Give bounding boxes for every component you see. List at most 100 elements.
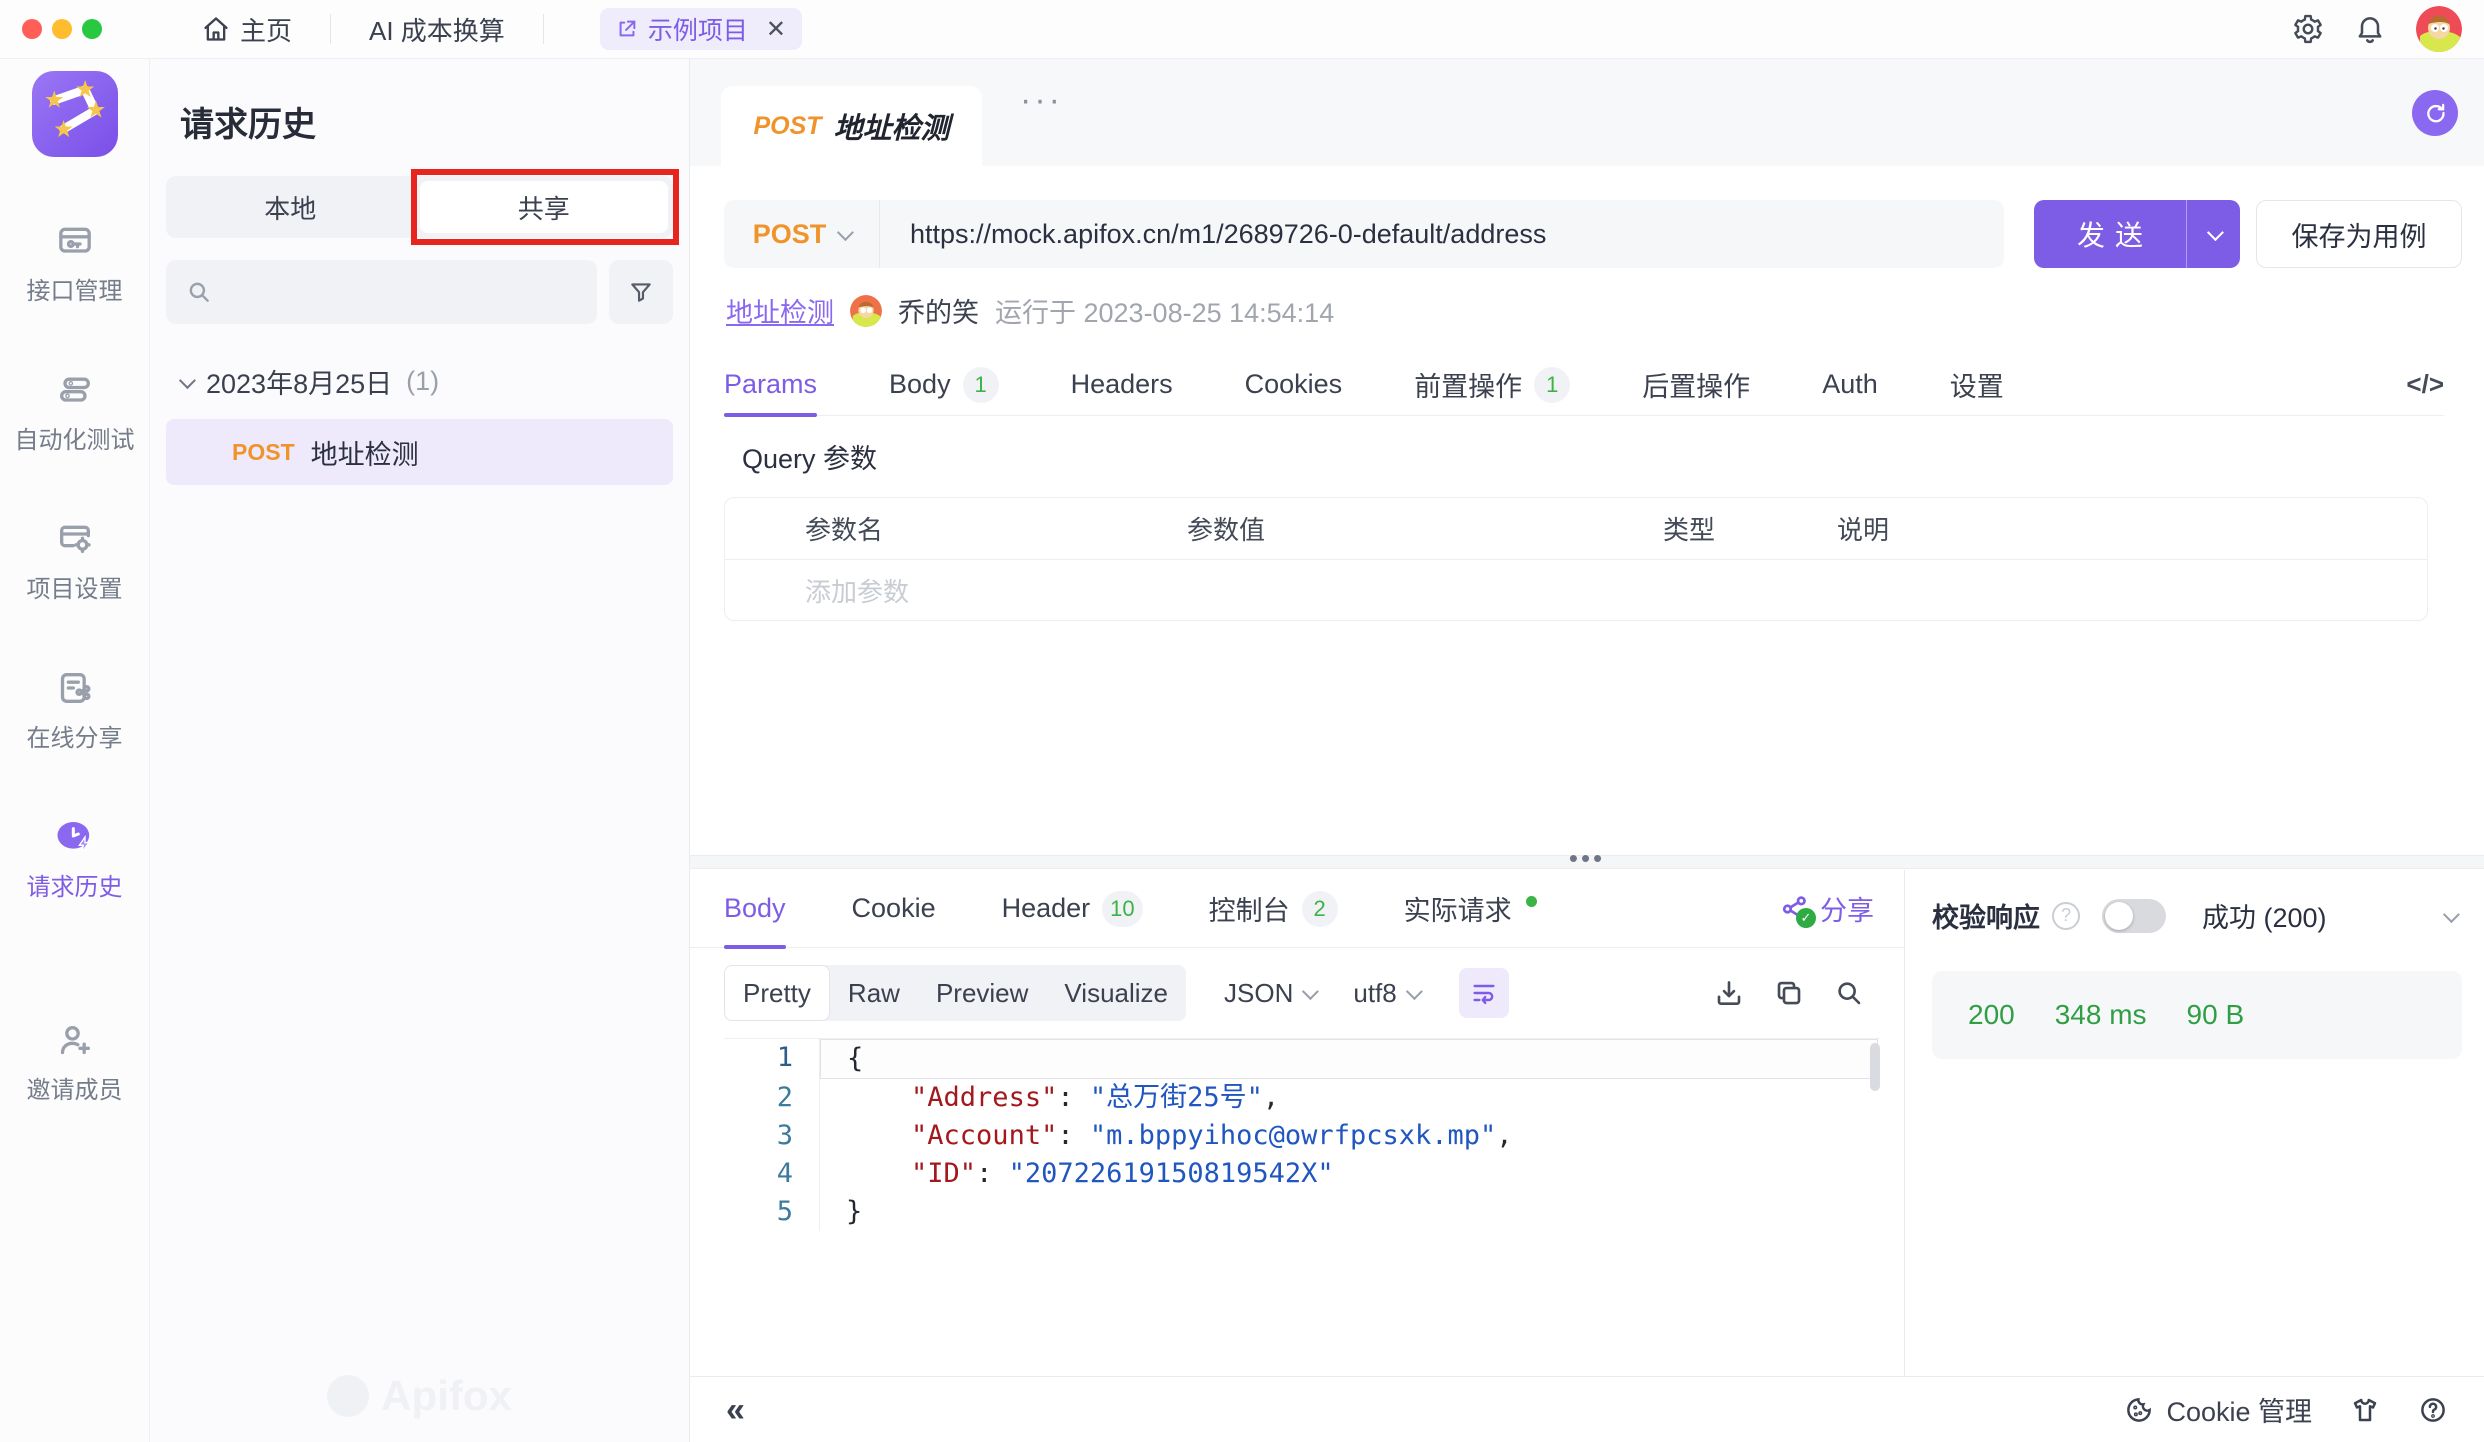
tab-post-operations[interactable]: 后置操作 [1642,354,1750,415]
tab-pre-operations[interactable]: 前置操作1 [1414,354,1570,415]
settings-gear-icon[interactable] [2292,13,2324,45]
request-config-tabs: Params Body1 Headers Cookies 前置操作1 后置操作 … [724,354,2444,416]
project-tab-label: 示例项目 [648,11,748,47]
copy-icon[interactable] [1774,978,1804,1008]
project-tab[interactable]: 示例项目 ✕ [600,8,802,50]
chevron-down-icon[interactable] [2443,906,2460,923]
url-bar: POST https://mock.apifox.cn/m1/2689726-0… [724,200,2004,268]
tab-response-header[interactable]: Header10 [1002,870,1143,947]
maximize-window-button[interactable] [82,19,102,39]
close-window-button[interactable] [22,19,42,39]
sidebar-item-label: 自动化测试 [15,420,135,455]
svg-text:★: ★ [43,87,64,113]
drag-handle-icon: ••• [1569,855,1605,861]
request-tab-name: 地址检测 [834,105,950,147]
pane-splitter[interactable]: ••• [690,855,2484,869]
sync-icon [2422,100,2448,126]
view-pretty[interactable]: Pretty [724,965,830,1021]
editor-scrollbar[interactable] [1870,1043,1880,1091]
history-date-group[interactable]: 2023年8月25日 (1) [180,362,689,401]
home-nav[interactable]: 主页 [202,11,292,48]
search-in-response-icon[interactable] [1834,978,1864,1008]
collapse-sidebar-icon[interactable]: « [726,1393,745,1427]
workspace-label: AI 成本换算 [369,11,505,48]
app-logo[interactable]: ★★★★ [32,71,118,157]
view-preview[interactable]: Preview [918,965,1046,1021]
validate-response-toggle[interactable] [2102,899,2166,933]
help-circle-icon[interactable]: ? [2052,902,2080,930]
tab-params[interactable]: Params [724,354,817,415]
chevron-down-icon [2206,224,2223,241]
user-avatar[interactable] [2416,6,2462,52]
column-type: 类型 [1663,510,1837,547]
method-select[interactable]: POST [724,200,880,268]
share-link[interactable]: ✓ 分享 [1780,889,1874,928]
cookie-manage-button[interactable]: Cookie 管理 [2124,1390,2312,1429]
search-icon [186,279,212,305]
sidebar-item-invite-member[interactable]: 邀请成员 [27,1020,123,1105]
format-select[interactable]: JSON [1224,978,1315,1009]
response-tabs: Body Cookie Header10 控制台2 实际请求 ✓ 分享 [690,870,1904,948]
check-badge-icon: ✓ [1796,908,1816,928]
console-count-badge: 2 [1302,891,1338,927]
pre-ops-count-badge: 1 [1534,367,1570,403]
url-input[interactable]: https://mock.apifox.cn/m1/2689726-0-defa… [880,219,1546,250]
tab-cookies[interactable]: Cookies [1245,354,1343,415]
minimize-window-button[interactable] [52,19,72,39]
sync-button[interactable] [2412,90,2458,136]
apifox-logo-mark [327,1375,369,1417]
history-item-selected[interactable]: POST 地址检测 [166,419,673,485]
save-as-case-button[interactable]: 保存为用例 [2256,200,2462,268]
sidebar-item-api-management[interactable]: 接口管理 [27,221,123,306]
sidebar-item-project-settings[interactable]: 项目设置 [27,519,123,604]
tab-headers[interactable]: Headers [1071,354,1173,415]
tab-response-body[interactable]: Body [724,870,786,947]
search-input[interactable] [212,277,597,308]
request-tab-strip: POST 地址检测 ··· [690,59,2484,166]
run-timestamp: 运行于 2023-08-25 14:54:14 [995,291,1334,330]
cookie-icon [2124,1395,2154,1425]
tab-actual-request[interactable]: 实际请求 [1404,870,1537,947]
word-wrap-button[interactable] [1459,968,1509,1018]
download-icon[interactable] [1714,978,1744,1008]
sidebar-item-request-history[interactable]: 请求历史 [27,817,123,902]
sidebar-item-online-share[interactable]: 在线分享 [27,668,123,753]
notifications-bell-icon[interactable] [2354,13,2386,45]
sidebar-item-label: 在线分享 [27,718,123,753]
view-raw[interactable]: Raw [830,965,918,1021]
sidebar-item-label: 接口管理 [27,271,123,306]
send-options-caret[interactable] [2186,200,2240,268]
history-scope-tabs: 本地 共享 [166,176,673,238]
send-button[interactable]: 发送 [2034,200,2240,268]
sidebar-item-automated-testing[interactable]: 自动化测试 [15,370,135,455]
tab-auth[interactable]: Auth [1822,354,1878,415]
close-project-tab-icon[interactable]: ✕ [766,15,786,44]
more-tabs-icon[interactable]: ··· [1020,81,1063,120]
response-body-editor[interactable]: 1 { 2 "Address": "总万街25号", 3 "Account": … [724,1038,1880,1231]
tab-shared[interactable]: 共享 [420,181,669,233]
share-nodes-icon: ✓ [1780,894,1810,924]
tab-console[interactable]: 控制台2 [1209,870,1338,947]
generate-code-icon[interactable]: </> [2406,369,2444,400]
workspace-nav[interactable]: AI 成本换算 [369,11,505,48]
home-label: 主页 [240,11,292,48]
tab-response-cookie[interactable]: Cookie [852,870,936,947]
chevron-down-icon [1302,983,1319,1000]
add-param-row[interactable]: 添加参数 [725,560,2427,620]
api-name-link[interactable]: 地址检测 [726,291,834,330]
add-param-placeholder[interactable]: 添加参数 [725,572,1187,609]
tab-local[interactable]: 本地 [166,176,415,238]
tab-body[interactable]: Body1 [889,354,999,415]
theme-tshirt-icon[interactable] [2350,1395,2380,1425]
response-size: 90 B [2187,999,2245,1031]
request-tab-method: POST [753,112,821,141]
external-link-icon [616,18,638,40]
view-visualize[interactable]: Visualize [1046,965,1186,1021]
encoding-select[interactable]: utf8 [1353,978,1418,1009]
request-tab-active[interactable]: POST 地址检测 [721,86,982,166]
online-share-icon [55,668,95,708]
history-search[interactable] [166,260,597,324]
filter-button[interactable] [609,260,673,324]
tab-settings[interactable]: 设置 [1950,354,2004,415]
help-icon[interactable] [2418,1395,2448,1425]
